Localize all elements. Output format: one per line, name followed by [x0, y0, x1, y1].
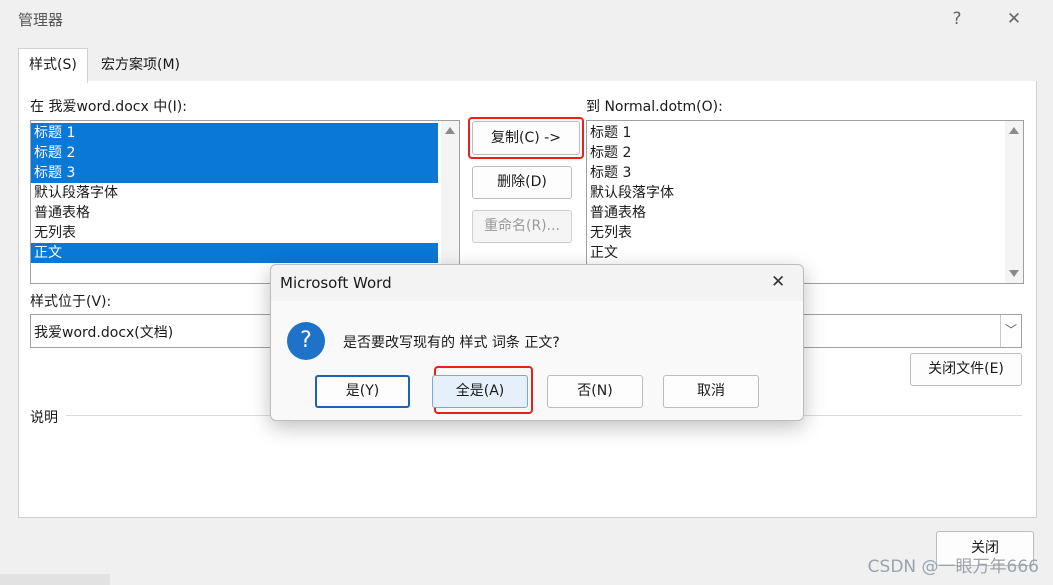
- scroll-down-icon[interactable]: [1009, 270, 1019, 277]
- left-style-list[interactable]: 标题 1 标题 2 标题 3 默认段落字体 普通表格 无列表 正文: [30, 120, 460, 284]
- list-item[interactable]: 无列表: [31, 223, 438, 243]
- close-icon[interactable]: ✕: [999, 6, 1029, 32]
- window-title: 管理器: [18, 11, 64, 29]
- left-list-label: 在 我爱word.docx 中(I):: [30, 99, 187, 115]
- scroll-up-icon[interactable]: [1009, 127, 1019, 134]
- list-item[interactable]: 标题 3: [31, 163, 438, 183]
- confirm-dialog: Microsoft Word ✕ ? 是否要改写现有的 样式 词条 正文? 是(…: [270, 264, 804, 421]
- list-item[interactable]: 无列表: [587, 223, 1002, 243]
- left-location-value: 我爱word.docx(文档): [34, 325, 174, 341]
- left-list-scrollbar[interactable]: [441, 121, 459, 283]
- delete-button[interactable]: 删除(D): [472, 166, 572, 199]
- close-file-button[interactable]: 关闭文件(E): [910, 353, 1022, 386]
- cancel-button[interactable]: 取消: [663, 375, 759, 408]
- watermark: CSDN @一眼万年666: [867, 557, 1039, 577]
- yes-all-button[interactable]: 全是(A): [432, 375, 528, 408]
- rename-button[interactable]: 重命名(R)...: [472, 210, 572, 243]
- list-item[interactable]: 标题 1: [587, 123, 1002, 143]
- list-item[interactable]: 普通表格: [587, 203, 1002, 223]
- chevron-down-icon[interactable]: ﹀: [1000, 315, 1021, 347]
- yes-button[interactable]: 是(Y): [315, 375, 410, 408]
- list-item[interactable]: 普通表格: [31, 203, 438, 223]
- list-item[interactable]: 正文: [31, 243, 438, 263]
- title-bar: 管理器 ? ✕: [0, 0, 1053, 38]
- list-item[interactable]: 标题 2: [587, 143, 1002, 163]
- dialog-title: Microsoft Word: [280, 274, 392, 292]
- copy-button[interactable]: 复制(C) ->: [472, 121, 580, 155]
- tab-styles[interactable]: 样式(S): [18, 48, 88, 83]
- list-item[interactable]: 标题 3: [587, 163, 1002, 183]
- list-item[interactable]: 标题 1: [31, 123, 438, 143]
- no-button[interactable]: 否(N): [547, 375, 643, 408]
- question-icon: ?: [287, 322, 325, 360]
- right-style-list[interactable]: 标题 1 标题 2 标题 3 默认段落字体 普通表格 无列表 正文: [586, 120, 1024, 284]
- right-list-label: 到 Normal.dotm(O):: [586, 99, 723, 115]
- description-label: 说明: [30, 410, 58, 426]
- dialog-body: ? 是否要改写现有的 样式 词条 正文? 是(Y) 全是(A) 否(N) 取消: [271, 301, 803, 420]
- help-icon[interactable]: ?: [942, 6, 972, 32]
- horizontal-scrollbar[interactable]: [0, 574, 110, 585]
- dialog-message: 是否要改写现有的 样式 词条 正文?: [343, 335, 560, 351]
- list-item[interactable]: 默认段落字体: [31, 183, 438, 203]
- list-item[interactable]: 默认段落字体: [587, 183, 1002, 203]
- list-item[interactable]: 正文: [587, 243, 1002, 263]
- right-list-scrollbar[interactable]: [1005, 121, 1023, 283]
- list-item[interactable]: 标题 2: [31, 143, 438, 163]
- close-icon[interactable]: ✕: [771, 272, 785, 292]
- dialog-titlebar: Microsoft Word ✕: [271, 265, 803, 301]
- tab-macros[interactable]: 宏方案项(M): [91, 49, 190, 81]
- scroll-up-icon[interactable]: [445, 127, 455, 134]
- location-label: 样式位于(V):: [30, 294, 112, 310]
